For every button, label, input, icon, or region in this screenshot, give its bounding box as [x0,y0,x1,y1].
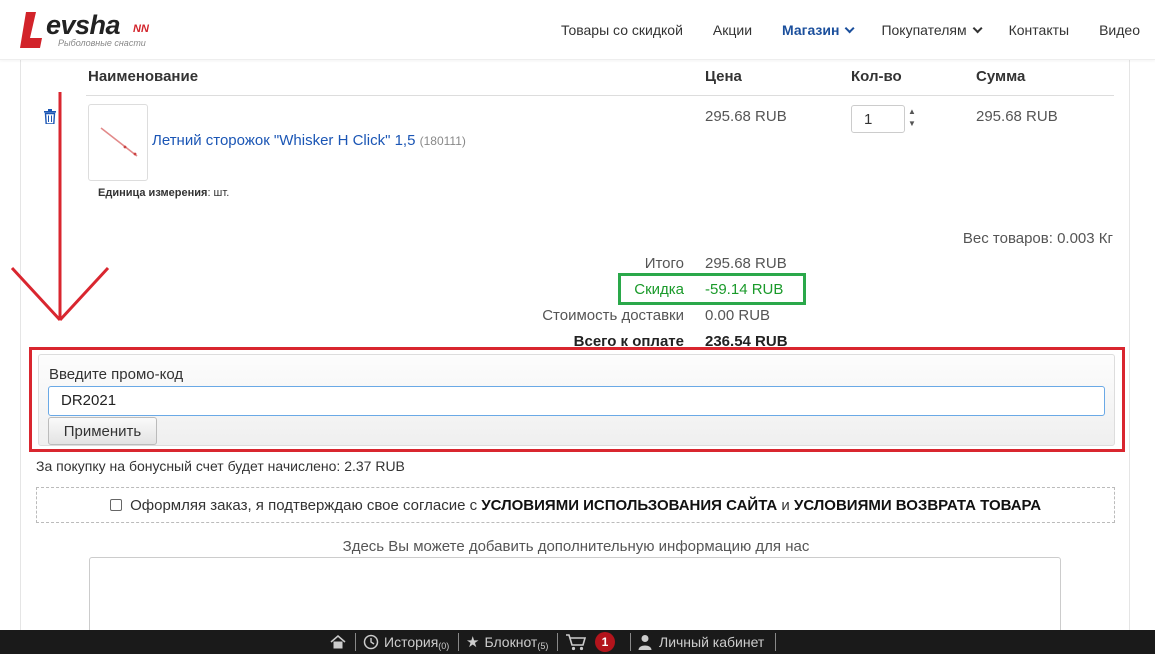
product-unit: Единица измерения: шт. [98,187,229,199]
unit-label: Единица измерения [98,187,208,199]
stepper-down-icon[interactable]: ▼ [907,118,917,130]
cart-button[interactable]: 1 [565,630,615,654]
notepad-button[interactable]: ★ Блокнот (5) [466,630,548,654]
product-title: Летний сторожок "Whisker H Click" 1,5 [152,132,416,149]
column-header-sum: Сумма [976,68,1026,85]
chevron-down-icon [972,22,983,33]
notepad-label: Блокнот [484,634,538,650]
table-divider [86,95,1114,96]
unit-value: : шт. [207,187,230,199]
home-icon [330,635,346,649]
column-header-qty: Кол-во [851,68,902,85]
promo-highlight [29,347,1125,452]
product-link[interactable]: Летний сторожок "Whisker H Click" 1,5 (1… [152,132,466,149]
nav-item-label: Магазин [782,22,840,38]
comment-label: Здесь Вы можете добавить дополнительную … [342,538,810,555]
delivery-value: 0.00 RUB [705,307,771,324]
terms-link[interactable]: УСЛОВИЯМИ ИСПОЛЬЗОВАНИЯ САЙТА [481,497,777,514]
main-nav: Товары со скидкой Акции Магазин Покупате… [546,0,1155,60]
logo-suffix: NN [133,23,149,35]
history-icon [363,634,379,650]
product-thumbnail[interactable] [88,104,148,181]
subtotal-label: Итого [644,255,684,272]
returns-link[interactable]: УСЛОВИЯМИ ВОЗВРАТА ТОВАРА [794,497,1041,514]
history-button[interactable]: История (0) [362,630,449,654]
column-header-name: Наименование [88,68,199,85]
nav-item-label: Покупателям [881,22,967,38]
stepper-up-icon[interactable]: ▲ [907,106,917,118]
nav-item-discounts[interactable]: Товары со скидкой [546,22,698,38]
account-button[interactable]: Личный кабинет [638,630,764,654]
agreement-row: Оформляя заказ, я подтверждаю свое согла… [36,487,1115,523]
chevron-down-icon [845,22,856,33]
product-code: (180111) [419,134,466,148]
nav-item-contacts[interactable]: Контакты [994,22,1084,38]
cart-container: Наименование Цена Кол-во Сумма Летний ст… [20,60,1130,637]
account-label: Личный кабинет [659,634,765,650]
quantity-stepper[interactable]: ▲ ▼ [907,106,917,130]
bonus-text: За покупку на бонусный счет будет начисл… [36,458,405,474]
delivery-label: Стоимость доставки [542,307,684,324]
column-header-price: Цена [705,68,742,85]
nav-item-shop[interactable]: Магазин [767,22,866,38]
quantity-input[interactable]: 1 [851,105,905,133]
trash-icon[interactable] [43,109,57,124]
bottom-toolbar: История (0) ★ Блокнот (5) 1 Личный кабинет [0,630,1155,654]
agreement-checkbox[interactable] [109,499,122,511]
subtotal-value: 295.68 RUB [705,255,787,272]
item-price: 295.68 RUB [705,108,787,125]
nav-item-for-buyers[interactable]: Покупателям [866,22,993,38]
logo-l-mark-icon [20,12,42,48]
user-icon [638,635,652,650]
star-icon: ★ [466,634,480,651]
nav-item-label: Контакты [1008,22,1070,38]
total-weight: Вес товаров: 0.003 Кг [962,230,1113,247]
notepad-count: (5) [537,641,549,651]
site-logo[interactable]: evsha NN Рыболовные снасти [20,10,165,52]
agreement-and: и [781,497,790,514]
nav-item-label: Видео [1099,22,1140,38]
nav-item-promotions[interactable]: Акции [698,22,767,38]
cart-count-badge: 1 [595,632,615,652]
product-image [100,127,138,157]
agreement-prefix: Оформляя заказ, я подтверждаю свое согла… [130,497,478,514]
nav-item-video[interactable]: Видео [1084,22,1155,38]
comment-textarea[interactable] [89,557,1061,637]
discount-highlight [618,273,806,305]
cart-icon [566,634,587,651]
site-header: evsha NN Рыболовные снасти Товары со ски… [0,0,1155,60]
nav-item-label: Товары со скидкой [561,22,683,38]
item-sum: 295.68 RUB [976,108,1058,125]
history-label: История [384,634,439,650]
history-count: (0) [438,641,450,651]
nav-item-label: Акции [712,22,753,38]
logo-text: evsha [46,10,121,40]
home-button[interactable] [330,630,346,654]
logo-tagline: Рыболовные снасти [58,38,146,48]
